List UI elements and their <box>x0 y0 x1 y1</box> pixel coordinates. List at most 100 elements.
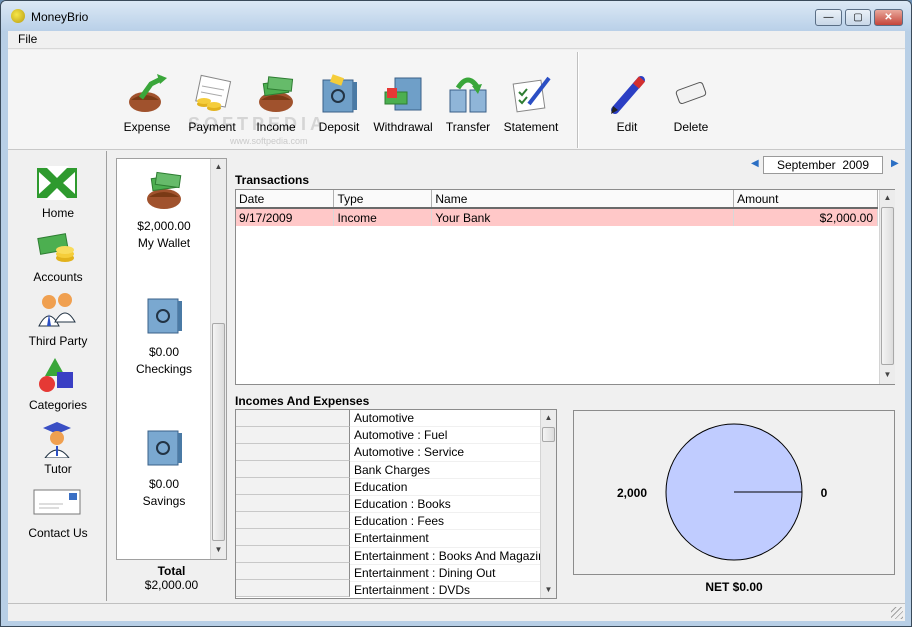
income-icon <box>259 76 294 112</box>
table-row[interactable]: 9/17/2009 Income Your Bank $2,000.00 <box>236 208 878 226</box>
scroll-up-arrow[interactable]: ▲ <box>541 410 556 426</box>
cell-date: 9/17/2009 <box>236 208 335 226</box>
month-name: September <box>776 158 836 172</box>
title-bar[interactable]: MoneyBrio — ▢ ✕ <box>1 1 911 31</box>
scroll-thumb[interactable] <box>542 427 555 442</box>
transfer-icon <box>449 77 487 113</box>
nav-third-party-label: Third Party <box>28 334 88 348</box>
list-item[interactable]: Entertainment : DVDs <box>350 582 540 598</box>
edit-label: Edit <box>616 120 638 134</box>
list-item[interactable]: Automotive : Fuel <box>350 427 540 445</box>
column-date[interactable]: Date <box>236 190 335 209</box>
nav-contact-us[interactable]: Contact Us <box>8 484 106 546</box>
nav-home-label: Home <box>41 206 74 220</box>
category-name-column: Automotive Automotive : Fuel Automotive : … <box>350 410 556 598</box>
delete-button[interactable]: Delete <box>658 50 724 146</box>
total-label: Total <box>157 564 186 578</box>
edit-button[interactable]: Edit <box>594 50 660 146</box>
accounts-scrollbar[interactable]: ▲ ▼ <box>210 159 226 559</box>
transfer-button[interactable]: Transfer <box>435 50 501 146</box>
scroll-up-arrow[interactable]: ▲ <box>211 159 226 175</box>
nav-third-party[interactable]: Third Party <box>8 292 106 354</box>
cell-type: Income <box>333 208 433 226</box>
column-amount[interactable]: Amount <box>733 190 878 209</box>
scroll-down-arrow[interactable]: ▼ <box>211 542 226 558</box>
list-item[interactable]: Education : Fees <box>350 513 540 531</box>
nav-tutor[interactable]: Tutor <box>8 420 106 482</box>
window-title: MoneyBrio <box>31 10 89 24</box>
list-item[interactable]: Entertainment : Dining Out <box>350 565 540 582</box>
list-item[interactable]: Education : Books <box>350 496 540 514</box>
nav-home[interactable]: Home <box>8 164 106 226</box>
expense-button[interactable]: Expense <box>114 50 180 146</box>
expense-icon <box>129 74 167 112</box>
people-icon <box>38 293 76 327</box>
statement-icon <box>512 76 551 113</box>
account-name: Savings <box>142 494 186 508</box>
amount-cell <box>236 410 350 427</box>
month-year: 2009 <box>842 158 870 172</box>
scroll-down-arrow[interactable]: ▼ <box>880 367 895 383</box>
previous-month-arrow-icon[interactable]: ◀ <box>751 158 759 169</box>
minimize-button[interactable]: — <box>815 9 842 26</box>
list-item[interactable]: Education <box>350 479 540 496</box>
statement-label: Statement <box>503 120 559 134</box>
income-button[interactable]: Income <box>243 50 309 146</box>
column-name[interactable]: Name <box>431 190 735 209</box>
list-item[interactable]: Bank Charges <box>350 462 540 479</box>
deposit-button[interactable]: Deposit <box>306 50 372 146</box>
account-name: My Wallet <box>137 236 191 250</box>
incomes-expenses-title: Incomes And Expenses <box>235 394 370 408</box>
net-pie-chart: 2,000 0 <box>573 410 895 575</box>
list-item[interactable]: Automotive : Service <box>350 444 540 462</box>
nav-accounts[interactable]: Accounts <box>8 228 106 290</box>
amount-cell <box>236 563 350 580</box>
account-name: Checkings <box>135 362 193 376</box>
list-item[interactable]: Entertainment <box>350 530 540 548</box>
pen-icon <box>611 76 646 114</box>
column-type[interactable]: Type <box>333 190 433 209</box>
deposit-label: Deposit <box>318 120 360 134</box>
pie-slice-label: 0 <box>821 486 828 500</box>
list-item[interactable]: Entertainment : Books And Magazines <box>350 548 556 565</box>
statement-button[interactable]: Statement <box>498 50 564 146</box>
scroll-up-arrow[interactable]: ▲ <box>880 190 895 206</box>
cell-amount: $2,000.00 <box>733 208 878 226</box>
transactions-scrollbar[interactable]: ▲ ▼ <box>879 190 895 384</box>
list-item[interactable]: Automotive <box>350 410 540 428</box>
money-icon <box>37 233 74 262</box>
tutor-icon <box>43 422 71 458</box>
table-header: Date Type Name Amount <box>236 190 878 209</box>
deposit-icon <box>322 74 357 113</box>
nav-categories[interactable]: Categories <box>8 356 106 418</box>
accounts-total: Total $2,000.00 <box>116 564 227 592</box>
total-value: $2,000.00 <box>144 578 199 592</box>
withdrawal-label: Withdrawal <box>373 120 433 134</box>
scroll-down-arrow[interactable]: ▼ <box>541 582 556 598</box>
payment-button[interactable]: Payment <box>179 50 245 146</box>
nav-contact-us-label: Contact Us <box>28 526 88 540</box>
withdrawal-icon <box>384 77 422 111</box>
maximize-button[interactable]: ▢ <box>845 9 871 26</box>
close-button[interactable]: ✕ <box>874 9 903 26</box>
pie-slice-label: 2,000 <box>617 486 647 500</box>
payment-label: Payment <box>188 120 236 134</box>
menu-file[interactable]: File <box>16 32 39 46</box>
withdrawal-button[interactable]: Withdrawal <box>370 50 436 146</box>
scroll-thumb[interactable] <box>212 323 225 541</box>
month-navigator: ◀ September 2009 ▶ <box>748 156 899 176</box>
scroll-thumb[interactable] <box>881 207 894 365</box>
left-navigation: Home Accounts Third Party Categories Tut… <box>8 151 106 601</box>
amount-cell <box>236 580 350 597</box>
resize-grip-icon[interactable] <box>891 607 903 619</box>
status-bar <box>8 603 905 621</box>
toolbar-separator <box>577 52 579 148</box>
categories-scrollbar[interactable]: ▲ ▼ <box>540 410 556 598</box>
eraser-icon <box>675 81 707 105</box>
income-label: Income <box>256 120 296 134</box>
amount-cell <box>236 427 350 444</box>
month-selector[interactable]: September 2009 <box>763 156 883 174</box>
menu-bar: File <box>8 31 905 49</box>
next-month-arrow-icon[interactable]: ▶ <box>891 158 899 169</box>
app-window: MoneyBrio — ▢ ✕ File SOFTPEDIA www.softp… <box>0 0 912 627</box>
